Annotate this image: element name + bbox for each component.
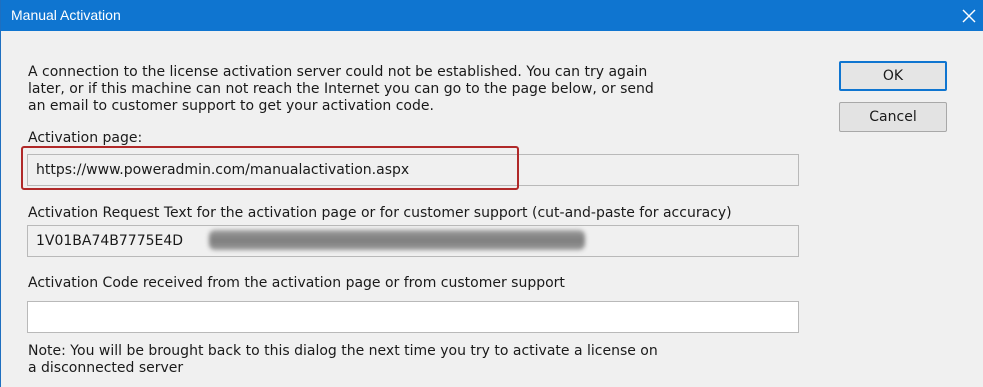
- note-message: Note: You will be brought back to this d…: [28, 343, 658, 377]
- activation-code-input[interactable]: [27, 301, 799, 333]
- window-title: Manual Activation: [11, 7, 121, 23]
- close-button[interactable]: [954, 0, 983, 31]
- note-line: Note: You will be brought back to this d…: [28, 343, 658, 359]
- ok-button[interactable]: OK: [839, 61, 947, 91]
- activation-page-label: Activation page:: [28, 130, 143, 146]
- title-bar[interactable]: Manual Activation: [1, 0, 983, 31]
- activation-page-field[interactable]: [27, 154, 799, 186]
- manual-activation-dialog: Manual Activation A connection to the li…: [0, 0, 983, 387]
- cancel-button[interactable]: Cancel: [839, 102, 947, 132]
- intro-line: an email to customer support to get your…: [28, 98, 434, 114]
- request-text-label: Activation Request Text for the activati…: [28, 205, 732, 221]
- close-icon: [962, 9, 976, 22]
- activation-code-label: Activation Code received from the activa…: [28, 275, 565, 291]
- intro-line: later, or if this machine can not reach …: [28, 81, 654, 97]
- intro-line: A connection to the license activation s…: [28, 64, 648, 80]
- note-line: a disconnected server: [28, 360, 184, 376]
- intro-message: A connection to the license activation s…: [28, 64, 654, 115]
- redaction-blur: [209, 230, 585, 250]
